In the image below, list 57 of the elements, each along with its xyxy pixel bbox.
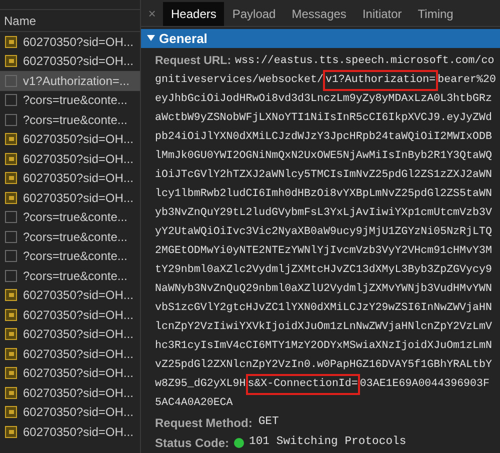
triangle-icon xyxy=(147,34,155,42)
url-text: 2MGEtODMwYi0yNTE2NTEzYWNlYjIvcmVzb3VyY2VHcm91cHMvY3M xyxy=(155,244,492,260)
section-header[interactable]: General xyxy=(141,28,500,48)
socket-icon xyxy=(5,406,17,418)
socket-icon xyxy=(5,36,17,48)
file-icon xyxy=(5,270,17,282)
socket-icon xyxy=(5,348,17,360)
field-value: GET xyxy=(258,415,279,430)
url-text: eyJhbGciOiJodHRwOi8vd3d3LnczLm9yZy8yMDAxLzA0L3htbGRz xyxy=(155,92,492,108)
file-icon xyxy=(5,114,17,126)
request-row[interactable]: v1?Authorization=... xyxy=(0,71,140,90)
tab[interactable]: Initiator xyxy=(354,2,410,26)
field-label: Request Method: xyxy=(155,415,252,432)
highlighted-url-text: v1?Authorization= xyxy=(325,72,436,89)
socket-icon xyxy=(5,172,17,184)
file-icon xyxy=(5,74,17,87)
tab[interactable]: Payload xyxy=(224,2,284,26)
url-text: lcnZpY2VzIiwiYXVkIjoidXJuOm1zLnNwZWVjaHNlcnZpY2VzLmV xyxy=(155,320,492,336)
url-text: pb24iOiJlYXN0dXMiLCJzdWJzY3JpcHRpb24taWQiOiI2MWIxODB xyxy=(155,130,492,146)
socket-icon xyxy=(5,367,17,380)
socket-icon xyxy=(5,386,17,399)
socket-icon xyxy=(5,55,17,68)
socket-icon xyxy=(5,328,17,340)
url-text: bearer%20 xyxy=(438,73,496,88)
url-text: yb3NvZnQuY29tL2ludGVybmFsL3YxLjAvIiwiYXp1cmUtcmVzb3V xyxy=(155,206,492,222)
socket-icon xyxy=(5,133,17,146)
field-value: 101 Switching Protocols xyxy=(249,434,406,450)
tab[interactable]: Timing xyxy=(410,2,462,26)
url-text: lcy1lbmRwb2ludCI6Imh0dHBzOi8vYXBpLmNvZ25pdGl2ZS5taWN xyxy=(155,187,492,202)
tab[interactable]: Headers xyxy=(163,2,224,26)
url-text: 5AC4A0A20ECA xyxy=(155,396,233,412)
highlighted-url-text: s&X-ConnectionId= xyxy=(248,376,358,393)
socket-icon xyxy=(5,308,17,321)
file-icon xyxy=(5,211,17,224)
socket-icon xyxy=(5,426,17,438)
url-text: gnitiveservices/websocket/ xyxy=(155,73,324,88)
url-text: 03AE1E69A0044396903F xyxy=(360,377,490,392)
url-text: NaWNyb3NvZnQuQ29nbml0aXZlU2VydmljZXMvYWNjb3VudHMvYWN xyxy=(155,282,492,298)
url-text: w8Z95_dG2yXL9H xyxy=(155,377,246,392)
url-text: iOiJTcGVlY2hTZXJ2aWNlcy5TMCIsImNvZ25pdGl2ZS1zZXJ2aWN xyxy=(155,168,492,184)
url-text: wss://eastus.tts.speech.microsoft.com/co xyxy=(235,54,494,70)
socket-icon xyxy=(5,289,17,302)
socket-icon xyxy=(5,192,17,204)
url-text: aWctbW9yZSNobWFjLXNoYTI1NiIsInR5cCI6IkpXVCJ9.eyJyZWd xyxy=(155,111,492,126)
url-text: vZ25pdGl2ZXNlcnZpY2VzIn0.w0PapHGZ16DVAY5f1GBhYRALtbY xyxy=(155,358,492,374)
field-label: Request URL: xyxy=(155,54,232,69)
url-text: vbS1zcGVlY2gtcHJvZC1lYXN0dXMiLCJzY29wZSI6InNwZWVjaHN xyxy=(155,301,492,316)
url-text: yY2UtaWQiOiIvc3Vic2NyaXB0aW9ucy9jMjU1ZGYzNi05NzRjLTQ xyxy=(155,225,492,240)
socket-icon xyxy=(5,152,17,165)
field-label: Status Code: xyxy=(155,435,230,452)
file-icon xyxy=(5,250,17,262)
tab[interactable]: Messages xyxy=(284,2,354,26)
url-text: hc3R1cyIsImV4cCI6MTY1MzY2ODYxMSwiaXNzIjoidXJuOm1zLmN xyxy=(155,339,492,354)
url-text: lMmJk0GU0YWI2OGNiNmQxN2UxOWE5NjAwMiIsInByb2R1Y3QtaWQ xyxy=(155,149,492,164)
file-icon xyxy=(5,230,17,243)
url-text: tY29nbml0aXZlc2VydmljZXMtcHJvZC13dXMyL3Byb3ZpZGVycy9 xyxy=(155,263,492,278)
file-icon xyxy=(5,94,17,106)
